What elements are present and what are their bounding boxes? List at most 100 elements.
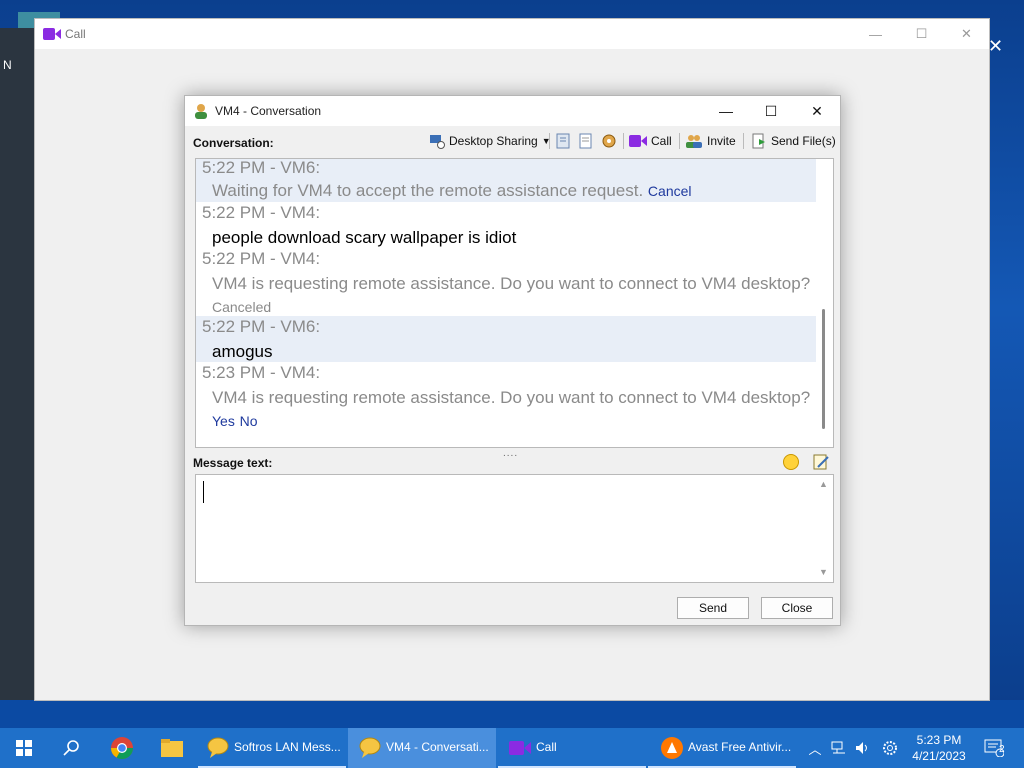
volume-icon[interactable]	[852, 728, 874, 768]
conversation-label: Conversation:	[193, 136, 274, 150]
send-files-button[interactable]: Send File(s)	[751, 132, 836, 150]
background-close-icon[interactable]: ✕	[988, 36, 1003, 57]
taskbar-app-label: VM4 - Conversati...	[386, 740, 489, 754]
settings-button[interactable]	[601, 132, 617, 150]
network-icon[interactable]	[828, 728, 850, 768]
conversation-window: VM4 - Conversation — ☐ ✕ Conversation: D…	[184, 95, 841, 626]
toolbar-separator	[623, 133, 624, 149]
call-minimize-button[interactable]: —	[853, 19, 898, 49]
chat-message: 5:22 PM - VM6: amogus	[196, 316, 816, 362]
search-button[interactable]	[48, 728, 96, 768]
chevron-up-icon[interactable]: ︿	[804, 728, 826, 768]
video-camera-icon	[629, 135, 647, 147]
clock-date: 4/21/2023	[912, 749, 966, 763]
chrome-icon	[111, 737, 133, 759]
message-header: 5:22 PM - VM4:	[202, 203, 321, 222]
video-camera-icon	[509, 741, 531, 755]
settings-gear-icon[interactable]	[878, 728, 902, 768]
toolbar-separator	[549, 133, 550, 149]
chat-bubble-icon	[207, 737, 229, 758]
edit-note-icon[interactable]	[813, 454, 829, 470]
conversation-history[interactable]: 5:22 PM - VM6: Waiting for VM4 to accept…	[195, 158, 834, 448]
message-text: VM4 is requesting remote assistance. Do …	[212, 274, 811, 293]
invite-label: Invite	[707, 134, 736, 148]
gear-icon	[602, 134, 616, 148]
desktop-sharing-label: Desktop Sharing	[449, 134, 538, 148]
close-button[interactable]: Close	[761, 597, 833, 619]
yes-link[interactable]: Yes	[212, 413, 235, 429]
taskbar-call[interactable]: Call	[498, 728, 646, 768]
call-titlebar[interactable]: Call — ☐ ✕	[35, 19, 989, 49]
message-body: people download scary wallpaper is idiot	[212, 228, 517, 247]
toolbar-separator	[679, 133, 680, 149]
message-body: VM4 is requesting remote assistance. Do …	[212, 272, 812, 319]
send-files-label: Send File(s)	[771, 134, 836, 148]
send-button[interactable]: Send	[677, 597, 749, 619]
no-link[interactable]: No	[240, 413, 258, 429]
background-window-strip	[0, 28, 34, 700]
taskbar-avast[interactable]: Avast Free Antivir...	[648, 728, 796, 768]
call-label: Call	[651, 134, 672, 148]
windows-logo-icon	[16, 740, 32, 756]
desktop-sharing-button[interactable]: Desktop Sharing ▼	[429, 132, 551, 150]
message-body: amogus	[212, 342, 273, 361]
video-camera-icon	[43, 28, 61, 40]
canceled-status: Canceled	[212, 299, 272, 315]
chat-message: 5:22 PM - VM4: people download scary wal…	[196, 202, 816, 248]
call-window-title: Call	[65, 27, 86, 41]
message-header: 5:23 PM - VM4:	[202, 363, 321, 382]
taskbar-chrome[interactable]	[98, 728, 146, 768]
document-icon	[579, 133, 592, 149]
conversation-titlebar[interactable]: VM4 - Conversation — ☐ ✕	[185, 96, 840, 126]
desktop-sharing-icon	[430, 135, 445, 149]
history-button[interactable]	[555, 132, 571, 150]
book-icon	[556, 133, 570, 149]
scroll-down-icon[interactable]: ▼	[819, 567, 828, 577]
notification-count: 2	[999, 744, 1005, 755]
clock-time: 5:23 PM	[916, 733, 962, 747]
save-conversation-button[interactable]	[578, 132, 594, 150]
conversation-title: VM4 - Conversation	[215, 104, 322, 118]
splitter-handle[interactable]: ....	[503, 448, 518, 459]
message-header: 5:22 PM - VM4:	[202, 249, 321, 268]
user-icon	[195, 104, 207, 119]
chat-bubble-icon	[359, 737, 381, 758]
start-button[interactable]	[0, 728, 48, 768]
text-caret	[203, 481, 204, 503]
taskbar-app-label: Avast Free Antivir...	[688, 740, 792, 754]
send-file-icon	[752, 133, 765, 149]
call-maximize-button[interactable]: ☐	[899, 19, 944, 49]
message-text: Waiting for VM4 to accept the remote ass…	[212, 181, 644, 200]
avast-icon	[661, 737, 683, 759]
desktop-background-strip	[0, 700, 1024, 728]
notifications-button[interactable]: 2	[980, 728, 1008, 768]
chat-scrollbar[interactable]	[822, 309, 825, 429]
message-text: VM4 is requesting remote assistance. Do …	[212, 388, 811, 407]
message-body: Waiting for VM4 to accept the remote ass…	[212, 179, 812, 203]
scroll-up-icon[interactable]: ▲	[819, 479, 828, 489]
taskbar-app-label: Softros LAN Mess...	[234, 740, 341, 754]
emoji-icon[interactable]	[783, 454, 799, 470]
conversation-close-button[interactable]: ✕	[794, 96, 840, 126]
message-input[interactable]: ▲ ▼	[195, 474, 834, 583]
message-body: VM4 is requesting remote assistance. Do …	[212, 386, 812, 433]
call-button[interactable]: Call	[629, 132, 672, 150]
taskbar-clock[interactable]: 5:23 PM 4/21/2023	[904, 732, 974, 764]
conversation-minimize-button[interactable]: —	[703, 96, 749, 126]
taskbar: Softros LAN Mess... VM4 - Conversati... …	[0, 728, 1024, 768]
taskbar-file-explorer[interactable]	[148, 728, 196, 768]
background-window-text: N	[3, 58, 12, 72]
toolbar-separator	[743, 133, 744, 149]
invite-button[interactable]: Invite	[685, 132, 736, 150]
folder-icon	[161, 739, 183, 757]
taskbar-conversation[interactable]: VM4 - Conversati...	[348, 728, 496, 768]
message-header: 5:22 PM - VM6:	[202, 317, 321, 336]
conversation-maximize-button[interactable]: ☐	[748, 96, 794, 126]
call-close-button[interactable]: ✕	[944, 19, 989, 49]
chat-message: 5:22 PM - VM4: VM4 is requesting remote …	[196, 248, 816, 316]
users-icon	[686, 135, 702, 148]
conversation-toolbar: Conversation: Desktop Sharing ▼ Call Inv…	[185, 130, 840, 152]
taskbar-softros[interactable]: Softros LAN Mess...	[198, 728, 346, 768]
cancel-link[interactable]: Cancel	[648, 183, 692, 199]
message-header: 5:22 PM - VM6:	[202, 158, 321, 177]
